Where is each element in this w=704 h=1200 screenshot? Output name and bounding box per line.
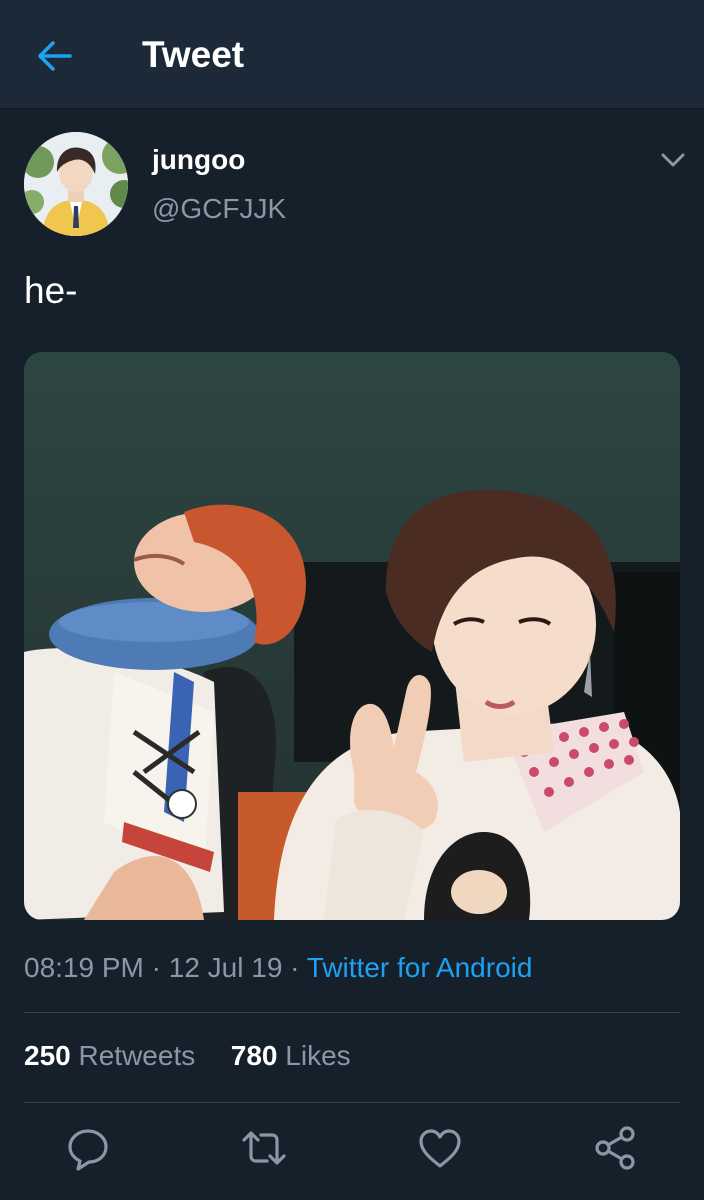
app-header: Tweet (0, 0, 704, 109)
retweets-count: 250 (24, 1040, 71, 1071)
retweet-icon (242, 1131, 286, 1165)
divider (24, 1012, 680, 1013)
avatar[interactable] (24, 132, 128, 236)
chevron-down-icon (661, 153, 685, 167)
divider (24, 1102, 680, 1103)
user-handle[interactable]: @GCFJJK (152, 193, 286, 225)
meta-separator: · (282, 952, 307, 983)
tweet-meta: 08:19 PM · 12 Jul 19 · Twitter for Andro… (24, 952, 532, 984)
likes-count: 780 (230, 1040, 278, 1071)
retweets-label: Retweets (78, 1040, 196, 1071)
retweet-button[interactable] (240, 1124, 288, 1172)
display-name[interactable]: jungoo (152, 144, 245, 176)
reply-button[interactable] (64, 1124, 112, 1172)
likes-stat[interactable]: 780 Likes (231, 1040, 351, 1071)
share-icon (595, 1126, 635, 1170)
tweet-date: 12 Jul 19 (168, 952, 283, 983)
tweet-time: 08:19 PM (24, 952, 144, 983)
back-button[interactable] (34, 36, 74, 76)
page-title: Tweet (142, 34, 245, 75)
tweet-photo (24, 352, 680, 920)
retweets-stat[interactable]: 250 Retweets (24, 1040, 195, 1071)
reply-icon (68, 1129, 108, 1171)
like-icon (419, 1129, 461, 1168)
tweet-stats: 250 Retweets 780 Likes (24, 1040, 351, 1072)
likes-label: Likes (285, 1040, 351, 1071)
share-button[interactable] (592, 1124, 640, 1172)
meta-separator: · (143, 952, 169, 983)
tweet-text: he- (24, 270, 78, 311)
tweet-source-link[interactable]: Twitter for Android (307, 952, 533, 983)
tweet-media[interactable] (24, 352, 680, 920)
arrow-left-icon (38, 41, 72, 71)
like-button[interactable] (416, 1124, 464, 1172)
more-options-button[interactable] (658, 148, 688, 172)
